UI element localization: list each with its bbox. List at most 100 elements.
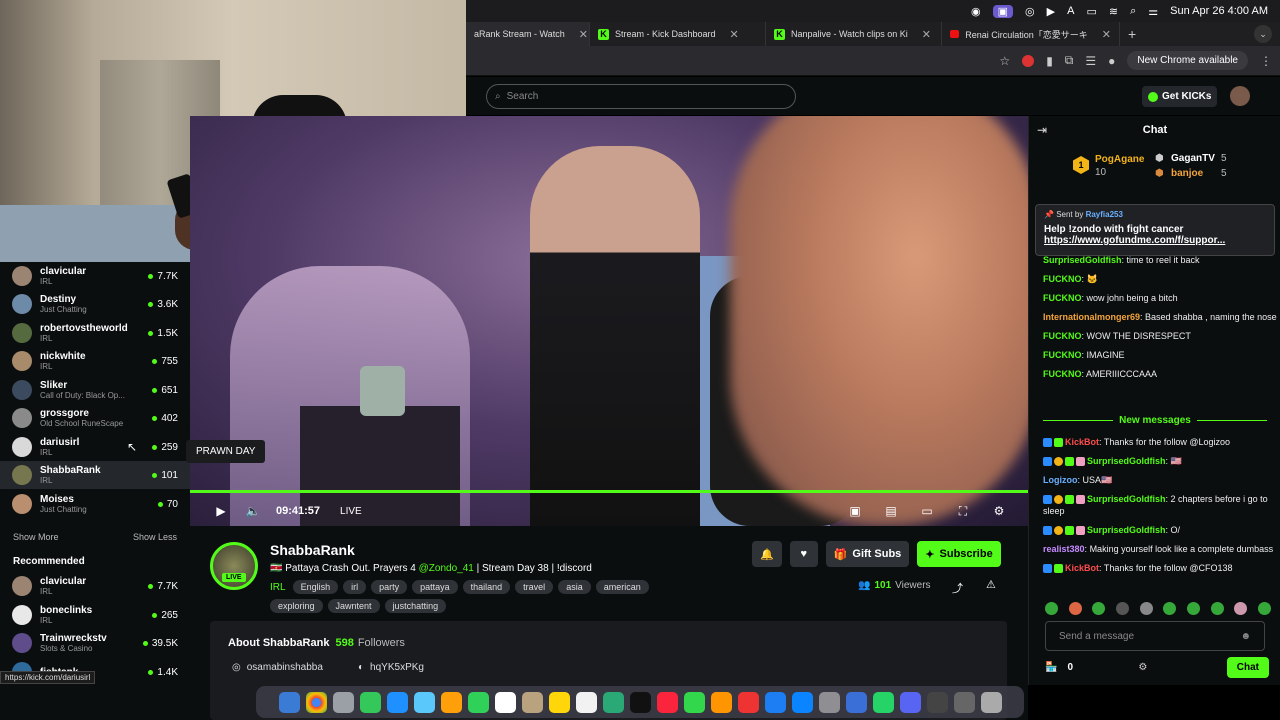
- profile-icon[interactable]: ●: [1108, 54, 1115, 68]
- new-chrome-available-button[interactable]: New Chrome available: [1127, 51, 1248, 70]
- show-less-button[interactable]: Show Less: [133, 532, 177, 542]
- kicks-store-icon[interactable]: 🏪: [1045, 662, 1057, 673]
- picture-in-picture-icon[interactable]: ▣: [844, 504, 866, 519]
- spotlight-search-icon[interactable]: ⌕: [1130, 5, 1136, 18]
- chat-message-input[interactable]: Send a message ☻: [1045, 621, 1265, 651]
- emote-icon[interactable]: [1257, 602, 1271, 615]
- follow-heart-button[interactable]: ♥: [789, 541, 818, 567]
- calendar-icon[interactable]: [494, 691, 516, 713]
- notes-icon[interactable]: [548, 691, 570, 713]
- music-icon[interactable]: [656, 691, 678, 713]
- play-icon[interactable]: ▶: [210, 504, 232, 518]
- close-icon[interactable]: ✕: [579, 28, 588, 41]
- category-link[interactable]: IRL: [270, 582, 286, 593]
- stream-title-mention[interactable]: @Zondo_41: [419, 563, 474, 574]
- notifications-bell-button[interactable]: 🔔: [752, 541, 782, 567]
- creative-cloud-icon[interactable]: ◉: [971, 5, 981, 18]
- video-player[interactable]: [190, 116, 1028, 526]
- tag[interactable]: travel: [515, 580, 554, 594]
- browser-tab[interactable]: Renai Circulation「恋愛サーキ ✕: [942, 22, 1120, 46]
- report-warning-icon[interactable]: ⚠: [986, 578, 996, 591]
- sidebar-channel-moises[interactable]: Moises Just Chatting 70: [0, 490, 190, 518]
- discord-icon[interactable]: [899, 691, 921, 713]
- emote-icon[interactable]: [1163, 602, 1177, 615]
- screenshot-icon[interactable]: [953, 691, 975, 713]
- obs-icon[interactable]: [926, 691, 948, 713]
- bookmark-star-icon[interactable]: ☆: [999, 54, 1010, 68]
- new-tab-button[interactable]: +: [1120, 26, 1144, 42]
- playback-progress-bar[interactable]: [190, 490, 1028, 493]
- channel-name[interactable]: ShabbaRank: [270, 542, 355, 558]
- emote-icon[interactable]: [1115, 602, 1129, 615]
- word-icon[interactable]: [845, 691, 867, 713]
- menubar-clock[interactable]: Sun Apr 26 4:00 AM: [1170, 5, 1268, 17]
- facetime-icon[interactable]: [467, 691, 489, 713]
- numbers-icon[interactable]: [683, 691, 705, 713]
- news-icon[interactable]: [737, 691, 759, 713]
- new-messages-divider[interactable]: New messages: [1043, 415, 1267, 426]
- show-more-button[interactable]: Show More: [13, 532, 59, 542]
- emote-icon[interactable]: [1210, 602, 1224, 615]
- play-icon[interactable]: ▶: [1047, 5, 1055, 18]
- sidebar-channel-grossgore[interactable]: grossgore Old School RuneScape 402: [0, 404, 190, 432]
- browser-tab[interactable]: aRank Stream - Watch ✕: [466, 22, 590, 46]
- launchpad-icon[interactable]: [332, 691, 354, 713]
- sidebar-channel-shabbarank[interactable]: ShabbaRank IRL 101: [0, 461, 190, 489]
- apple-tv-icon[interactable]: [629, 691, 651, 713]
- gift-subs-button[interactable]: 🎁 Gift Subs: [825, 541, 910, 567]
- browser-tab[interactable]: K Nanpalive - Watch clips on Ki ✕: [766, 22, 942, 46]
- extension-icon[interactable]: ▮: [1046, 54, 1053, 68]
- app-store-icon[interactable]: [791, 691, 813, 713]
- tag[interactable]: american: [595, 580, 649, 594]
- screen-share-icon[interactable]: ▣: [992, 4, 1014, 18]
- status-icon[interactable]: ◎: [1025, 5, 1035, 18]
- tag[interactable]: thailand: [462, 580, 511, 594]
- close-icon[interactable]: ✕: [922, 28, 931, 41]
- emote-icon[interactable]: [1234, 602, 1248, 615]
- search-input[interactable]: ⌕ Search: [486, 84, 796, 109]
- close-icon[interactable]: ✕: [1102, 28, 1111, 41]
- sidebar-recommended-boneclinks[interactable]: boneclinks IRL 265: [0, 601, 190, 629]
- freeform-icon[interactable]: [602, 691, 624, 713]
- settings-gear-icon[interactable]: ⚙: [988, 504, 1010, 519]
- emote-icon[interactable]: [1092, 602, 1106, 615]
- sidebar-channel-sliker[interactable]: Sliker Call of Duty: Black Op... 651: [0, 376, 190, 404]
- fullscreen-icon[interactable]: ⛶: [952, 504, 974, 519]
- user-avatar[interactable]: [1230, 86, 1250, 106]
- tag[interactable]: justchatting: [384, 599, 447, 613]
- battery-icon[interactable]: ▭: [1086, 5, 1096, 18]
- chat-settings-gear-icon[interactable]: ⚙: [1138, 662, 1147, 673]
- sidebar-recommended-clavicular[interactable]: clavicular IRL 7.7K: [0, 572, 190, 600]
- tag[interactable]: English: [292, 580, 339, 594]
- finder-icon[interactable]: [278, 691, 300, 713]
- control-center-icon[interactable]: ⚌: [1148, 5, 1158, 18]
- close-icon[interactable]: ✕: [730, 28, 739, 41]
- reading-list-icon[interactable]: ☰: [1085, 54, 1096, 68]
- extension-icon[interactable]: [1022, 54, 1035, 67]
- theater-mode-icon[interactable]: ▭: [916, 504, 938, 519]
- emoji-picker-icon[interactable]: ☻: [1240, 631, 1251, 642]
- sidebar-channel-nickwhite[interactable]: nickwhite IRL 755: [0, 347, 190, 375]
- send-chat-button[interactable]: Chat: [1226, 656, 1269, 678]
- system-settings-icon[interactable]: [818, 691, 840, 713]
- subscribe-button[interactable]: ✦ Subscribe: [917, 541, 1001, 567]
- live-indicator[interactable]: LIVE: [340, 506, 362, 517]
- input-source-icon[interactable]: A: [1067, 5, 1074, 17]
- extensions-puzzle-icon[interactable]: ⧉: [1065, 53, 1074, 68]
- more-menu-icon[interactable]: ⋮: [1260, 54, 1272, 68]
- tab-search-button[interactable]: ⌄: [1254, 25, 1272, 43]
- wifi-icon[interactable]: ≋: [1109, 5, 1118, 18]
- whatsapp-icon[interactable]: [872, 691, 894, 713]
- emote-icon[interactable]: [1139, 602, 1153, 615]
- sidebar-channel-clavicular[interactable]: clavicular IRL 7.7K: [0, 262, 190, 290]
- tag[interactable]: party: [371, 580, 408, 594]
- messages-icon[interactable]: [359, 691, 381, 713]
- tag[interactable]: exploring: [270, 599, 323, 613]
- tag[interactable]: asia: [558, 580, 591, 594]
- reminders-icon[interactable]: [575, 691, 597, 713]
- sidebar-channel-robertovstheworld[interactable]: robertovstheworld IRL 1.5K: [0, 319, 190, 347]
- sidebar-channel-dariusirl[interactable]: dariusirl IRL 259: [0, 433, 190, 461]
- keynote-icon[interactable]: [764, 691, 786, 713]
- emote-icon[interactable]: [1186, 602, 1200, 615]
- trash-icon[interactable]: [980, 691, 1002, 713]
